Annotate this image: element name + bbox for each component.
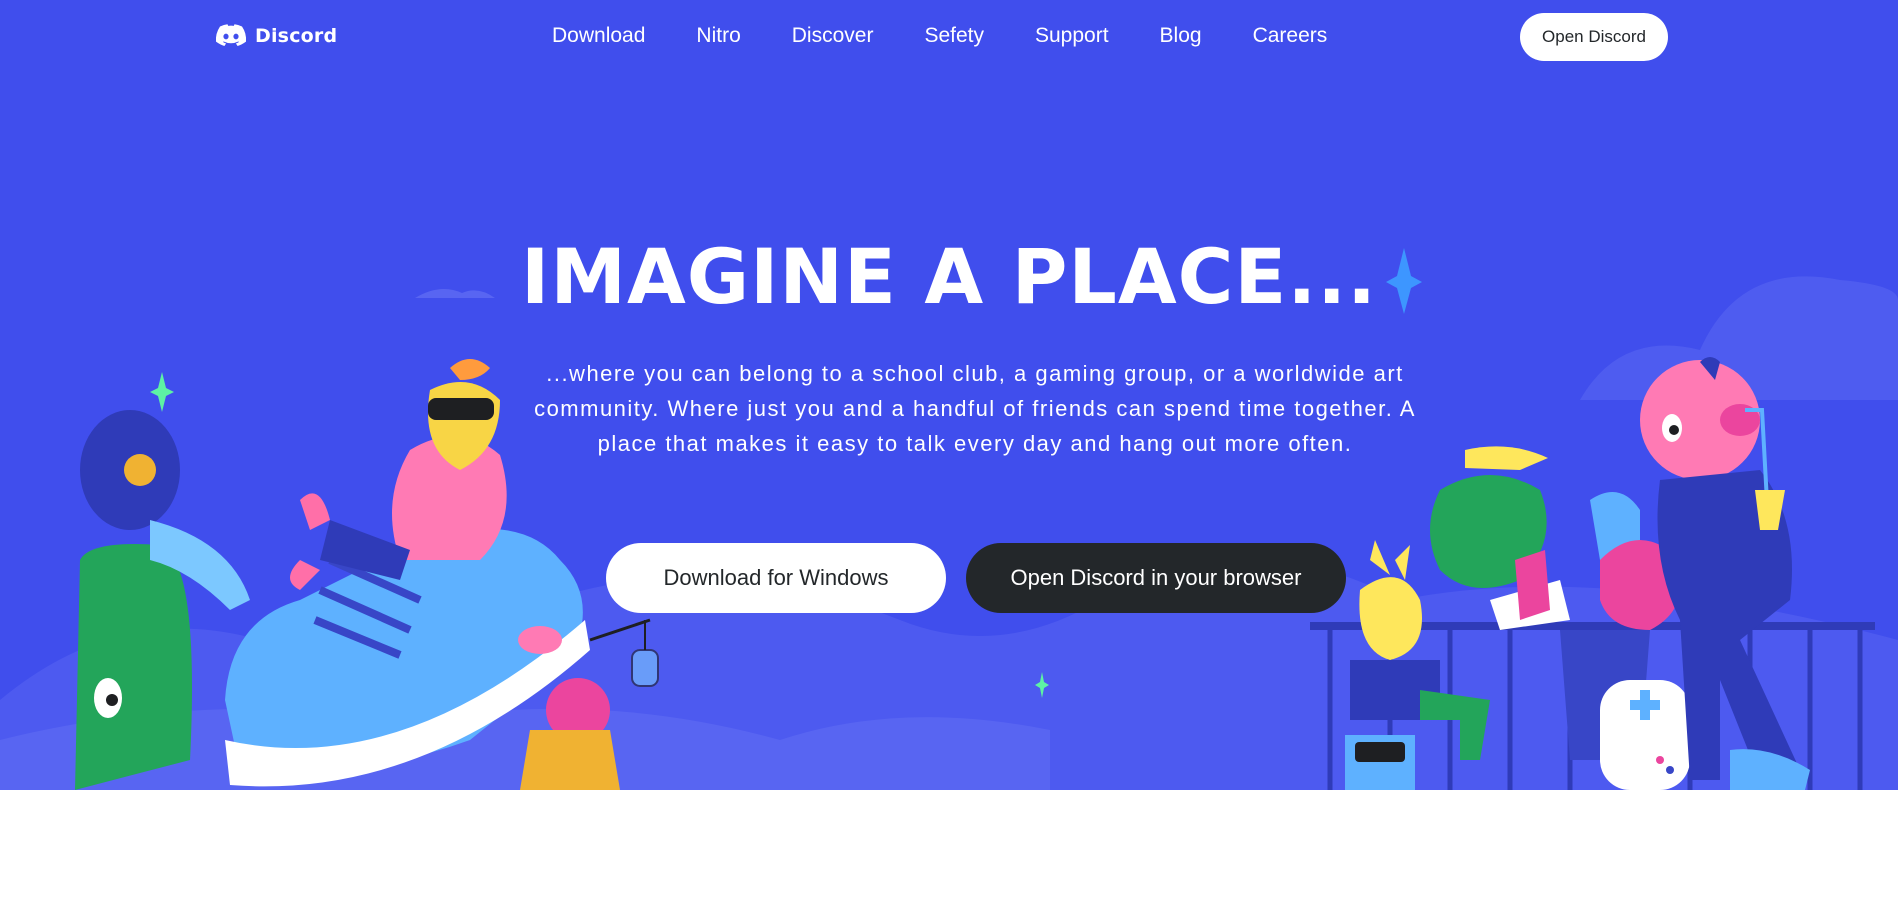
- nav-download[interactable]: Download: [552, 24, 645, 48]
- nav-nitro[interactable]: Nitro: [696, 24, 740, 48]
- brand-name: Discord: [255, 25, 338, 47]
- hero-headline: IMAGINE A PLACE...: [521, 232, 1377, 321]
- open-in-browser-button[interactable]: Open Discord in your browser: [966, 543, 1346, 613]
- open-discord-button[interactable]: Open Discord: [1520, 13, 1668, 61]
- hero-section: Discord Download Nitro Discover Sefety S…: [0, 0, 1898, 790]
- nav-discover[interactable]: Discover: [792, 24, 874, 48]
- main-nav: Download Nitro Discover Sefety Support B…: [552, 24, 1327, 48]
- nav-support[interactable]: Support: [1035, 24, 1109, 48]
- download-for-windows-button[interactable]: Download for Windows: [606, 543, 946, 613]
- discord-logo[interactable]: Discord: [215, 24, 337, 48]
- below-hero-blank: [0, 790, 1898, 923]
- nav-blog[interactable]: Blog: [1160, 24, 1202, 48]
- nav-safety[interactable]: Sefety: [924, 24, 984, 48]
- nav-careers[interactable]: Careers: [1253, 24, 1328, 48]
- discord-logo-icon: [215, 24, 247, 46]
- hero-subtext: ...where you can belong to a school club…: [534, 361, 1416, 456]
